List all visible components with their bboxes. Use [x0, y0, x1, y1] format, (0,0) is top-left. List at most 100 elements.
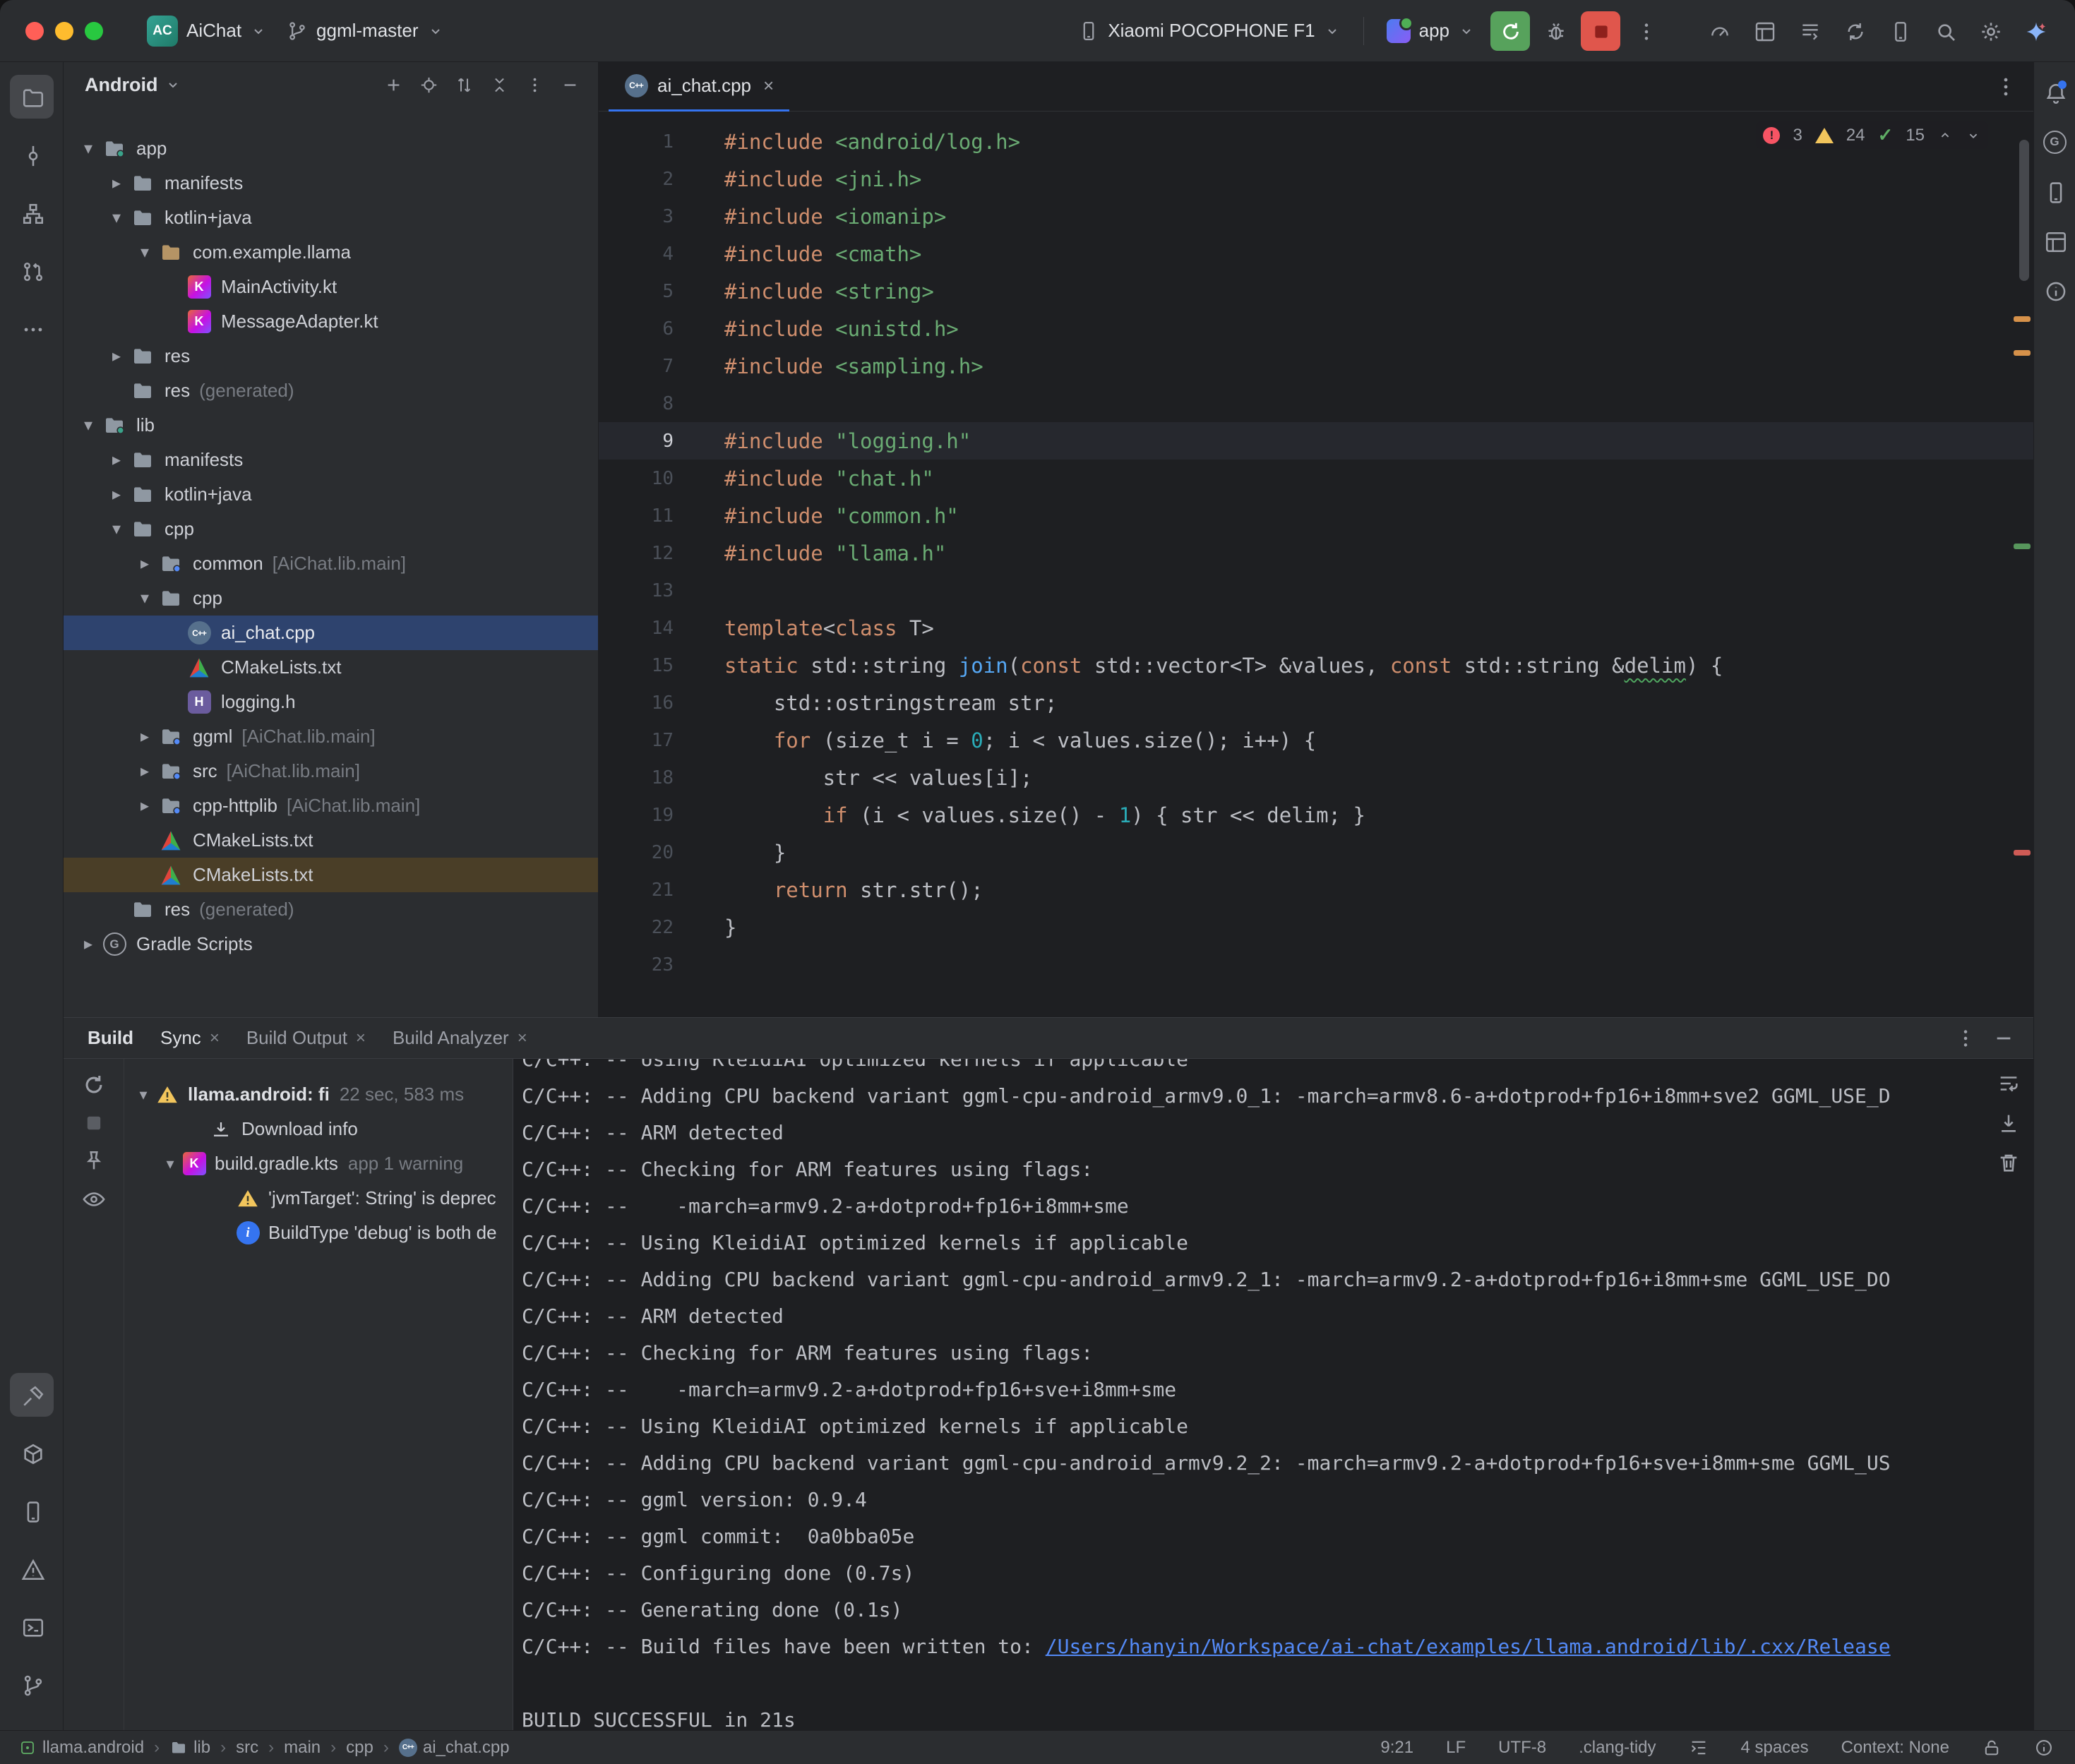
- code-text[interactable]: if (i < values.size() - 1) { str << deli…: [705, 803, 1365, 827]
- profiler-button[interactable]: [1699, 11, 1739, 51]
- stop-button[interactable]: [1581, 11, 1620, 51]
- line-number[interactable]: 10: [599, 468, 705, 489]
- code-text[interactable]: #include <iomanip>: [705, 205, 946, 229]
- packages-tool-button[interactable]: [10, 1431, 54, 1475]
- chevron-right-icon[interactable]: ▸: [131, 761, 158, 781]
- code-line[interactable]: 15static std::string join(const std::vec…: [599, 647, 2033, 684]
- close-tab-icon[interactable]: ×: [518, 1028, 527, 1048]
- line-number[interactable]: 19: [599, 805, 705, 826]
- vcs-branch-widget[interactable]: ggml-master: [277, 13, 453, 49]
- code-line[interactable]: 7#include <sampling.h>: [599, 347, 2033, 385]
- collapse-all-button[interactable]: [485, 71, 513, 99]
- chevron-down-icon[interactable]: ▾: [75, 415, 102, 436]
- run-configuration-selector[interactable]: app: [1377, 12, 1485, 50]
- hide-build-panel-button[interactable]: [1992, 1027, 2015, 1050]
- tree-item-cmakelists-txt[interactable]: CMakeLists.txt: [64, 823, 598, 858]
- rerun-button[interactable]: [1490, 11, 1530, 51]
- tree-item-res[interactable]: res(generated): [64, 373, 598, 408]
- gemini-assistant-button[interactable]: [2016, 11, 2055, 51]
- breadcrumb-item[interactable]: C++ai_chat.cpp: [399, 1738, 510, 1758]
- tree-item-mainactivity-kt[interactable]: KMainActivity.kt: [64, 270, 598, 304]
- stripe-change-mark[interactable]: [2014, 544, 2031, 549]
- code-line[interactable]: 4#include <cmath>: [599, 235, 2033, 272]
- code-text[interactable]: #include <android/log.h>: [705, 130, 1020, 154]
- line-number[interactable]: 21: [599, 880, 705, 901]
- chevron-right-icon[interactable]: ▸: [131, 796, 158, 816]
- code-line[interactable]: 22}: [599, 908, 2033, 946]
- code-text[interactable]: for (size_t i = 0; i < values.size(); i+…: [705, 728, 1316, 752]
- line-number[interactable]: 11: [599, 505, 705, 527]
- build-panel-options-button[interactable]: [1954, 1027, 1977, 1050]
- gradle-tool-button[interactable]: G: [2037, 124, 2072, 160]
- code-line[interactable]: 14template<class T>: [599, 609, 2033, 647]
- search-everywhere-button[interactable]: [1925, 11, 1965, 51]
- breadcrumb-item[interactable]: src: [236, 1738, 258, 1758]
- project-view-selector[interactable]: Android: [85, 74, 157, 96]
- previous-problem-button[interactable]: [1937, 128, 1953, 143]
- code-text[interactable]: #include <jni.h>: [705, 167, 921, 191]
- line-number[interactable]: 22: [599, 917, 705, 938]
- tree-item-cmakelists-txt[interactable]: CMakeLists.txt: [64, 858, 598, 892]
- tree-item-res[interactable]: ▸res: [64, 339, 598, 373]
- code-line[interactable]: 21 return str.str();: [599, 871, 2033, 908]
- code-text[interactable]: #include <sampling.h>: [705, 354, 983, 378]
- code-text[interactable]: #include "common.h": [705, 504, 959, 528]
- tree-item-app[interactable]: ▾app: [64, 131, 598, 166]
- line-number[interactable]: 14: [599, 618, 705, 639]
- sync-tree-item[interactable]: Download info: [124, 1112, 513, 1146]
- scroll-to-end-button[interactable]: [1997, 1111, 2021, 1135]
- code-line[interactable]: 19 if (i < values.size() - 1) { str << d…: [599, 796, 2033, 834]
- chevron-right-icon[interactable]: ▸: [103, 450, 130, 470]
- code-line[interactable]: 16 std::ostringstream str;: [599, 684, 2033, 721]
- tab-sync[interactable]: Sync×: [160, 1027, 220, 1049]
- code-line[interactable]: 8: [599, 385, 2033, 422]
- breadcrumb-item[interactable]: lib: [169, 1738, 210, 1758]
- pin-icon[interactable]: [82, 1149, 106, 1173]
- caret-position[interactable]: 9:21: [1380, 1738, 1413, 1758]
- chevron-right-icon[interactable]: ▸: [103, 173, 130, 193]
- code-line[interactable]: 9#include "logging.h": [599, 422, 2033, 460]
- ide-status-icon[interactable]: [2034, 1738, 2054, 1758]
- code-line[interactable]: 3#include <iomanip>: [599, 198, 2033, 235]
- build-tool-button[interactable]: [10, 1373, 54, 1417]
- line-number[interactable]: 13: [599, 580, 705, 601]
- stripe-warning-mark[interactable]: [2014, 350, 2031, 356]
- code-line[interactable]: 20 }: [599, 834, 2033, 871]
- tree-item-kotlin-java[interactable]: ▸kotlin+java: [64, 477, 598, 512]
- next-problem-button[interactable]: [1966, 128, 1981, 143]
- editor-options-button[interactable]: [1994, 75, 2018, 99]
- chevron-down-icon[interactable]: ▾: [75, 138, 102, 159]
- chevron-right-icon[interactable]: ▸: [103, 484, 130, 505]
- close-tab-icon[interactable]: ×: [356, 1028, 366, 1048]
- chevron-right-icon[interactable]: ▸: [103, 346, 130, 366]
- tree-item-res[interactable]: res(generated): [64, 892, 598, 927]
- line-number[interactable]: 6: [599, 318, 705, 340]
- line-separator[interactable]: LF: [1446, 1738, 1466, 1758]
- structure-tool-button[interactable]: [10, 191, 54, 234]
- chevron-right-icon[interactable]: ▸: [75, 934, 102, 954]
- chevron-down-icon[interactable]: ▾: [103, 208, 130, 228]
- code-line[interactable]: 10#include "chat.h": [599, 460, 2033, 497]
- sync-gradle-button[interactable]: [1835, 11, 1874, 51]
- code-text[interactable]: #include "chat.h": [705, 467, 934, 491]
- device-selector[interactable]: Xiaomi POCOPHONE F1: [1068, 13, 1350, 49]
- line-number[interactable]: 5: [599, 281, 705, 302]
- code-text[interactable]: static std::string join(const std::vecto…: [705, 654, 1723, 678]
- panel-options-button[interactable]: [520, 71, 549, 99]
- line-number[interactable]: 3: [599, 206, 705, 227]
- chevron-down-icon[interactable]: ▾: [131, 588, 158, 608]
- debug-button[interactable]: [1536, 11, 1575, 51]
- tree-item-common[interactable]: ▸common[AiChat.lib.main]: [64, 546, 598, 581]
- notifications-button[interactable]: [2037, 75, 2072, 110]
- close-tab-icon[interactable]: ×: [763, 75, 774, 97]
- code-text[interactable]: #include <cmath>: [705, 242, 921, 266]
- tree-item-src[interactable]: ▸src[AiChat.lib.main]: [64, 754, 598, 788]
- running-devices-button[interactable]: [2037, 223, 2072, 258]
- code-text[interactable]: }: [705, 841, 786, 865]
- tree-item-com-example-llama[interactable]: ▾com.example.llama: [64, 235, 598, 270]
- locate-file-button[interactable]: [414, 71, 443, 99]
- editor-tab-ai-chat-cpp[interactable]: C++ ai_chat.cpp ×: [609, 62, 789, 112]
- code-text[interactable]: }: [705, 916, 736, 940]
- code-text[interactable]: #include "llama.h": [705, 541, 946, 565]
- device-explorer-tool-button[interactable]: [10, 1489, 54, 1532]
